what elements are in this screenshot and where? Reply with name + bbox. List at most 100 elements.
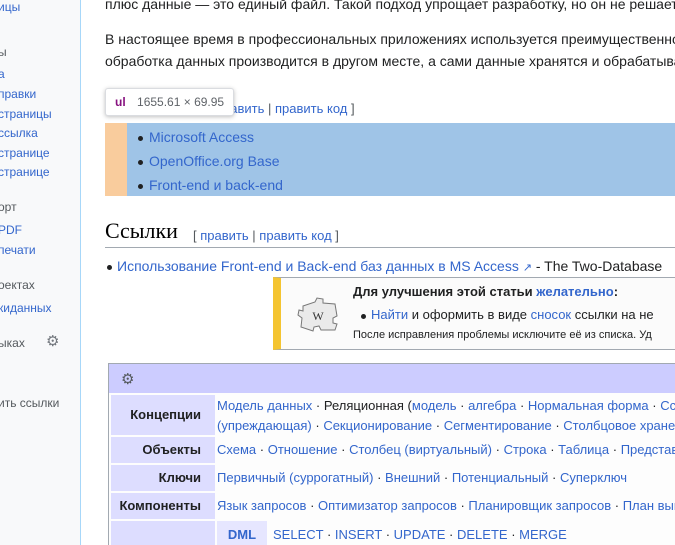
navbox-list: Первичный (суррогатный) · Внешний · Поте… <box>217 470 675 485</box>
sidebar-link[interactable]: ицы <box>0 0 20 14</box>
navbox-link[interactable]: Планировщик запросов <box>468 498 611 513</box>
paragraph-2-line-1: В настоящее время в профессиональных при… <box>105 31 675 47</box>
navbox-link[interactable]: INSERT <box>335 527 382 542</box>
navbox-row: Компоненты Язык запросов · Оптимизатор з… <box>109 493 675 519</box>
navbox-link[interactable]: Схема <box>217 442 256 457</box>
bullet <box>138 184 143 189</box>
notice-find-link[interactable]: Найти <box>371 307 408 322</box>
sidebar-link[interactable]: ссылка <box>0 126 38 140</box>
navbox-link[interactable]: Внешний <box>385 470 440 485</box>
navbox-separator: · <box>611 498 623 513</box>
notice-title-prefix: Для улучшения этой статьи <box>353 284 537 299</box>
navbox-separator: · <box>456 398 469 413</box>
list-item-link[interactable]: Front-end и back-end <box>149 177 283 193</box>
element-inspector-tooltip: ul 1655.61 × 69.95 <box>105 88 235 116</box>
navbox-link[interactable]: Представле <box>621 442 675 457</box>
navbox-separator: · <box>337 442 350 457</box>
external-link-icon: ↗ <box>522 262 532 274</box>
notice-item-text: и оформить в виде <box>408 307 531 322</box>
navbox-link[interactable]: Модель данных <box>217 398 312 413</box>
notice-title: Для улучшения этой статьи желательно: <box>353 284 618 299</box>
navbox-separator: · <box>609 442 621 457</box>
navbox-link[interactable]: Суперключ <box>560 470 627 485</box>
sidebar-link[interactable]: печати <box>0 243 36 257</box>
sidebar-link[interactable]: PDF <box>0 223 22 237</box>
navbox-link[interactable]: модель <box>412 398 457 413</box>
navbox-link[interactable]: Язык запросов <box>217 498 306 513</box>
navbox-link[interactable]: План выпол <box>623 498 675 513</box>
navbox-separator: · <box>440 470 452 485</box>
section-heading: Ссылки <box>105 218 178 243</box>
notice-footnote: После исправления проблемы исключите её … <box>353 329 652 341</box>
gear-icon[interactable]: ⚙ <box>121 370 134 388</box>
navbox-separator: · <box>323 527 335 542</box>
navbox-link[interactable]: (упреждающая) <box>217 418 312 433</box>
navbox-link[interactable]: Отношение <box>268 442 338 457</box>
navbox-separator: · <box>445 527 457 542</box>
notice-title-link[interactable]: желательно <box>536 284 613 299</box>
sidebar-link[interactable]: страницы <box>0 107 52 121</box>
navbox-separator: · <box>548 470 560 485</box>
navbox-separator: · <box>456 498 469 513</box>
sidebar-link[interactable]: а <box>0 67 5 81</box>
navigation-box: ⚙ Концепции Модель данных · Реляционная … <box>108 363 675 545</box>
list-item[interactable]: OpenOffice.org Base <box>138 153 279 169</box>
sidebar-link[interactable]: странице <box>0 165 50 179</box>
navbox-link[interactable]: DELETE <box>457 527 508 542</box>
navbox-link[interactable]: Сегментирование <box>444 418 552 433</box>
bullet <box>138 160 143 165</box>
list-padding-overlay <box>105 123 127 196</box>
navbox-separator: · <box>432 418 444 433</box>
navbox-separator: Реляционная ( <box>323 398 412 413</box>
navbox-group-keys: Ключи <box>111 465 215 491</box>
navbox-link[interactable]: UPDATE <box>394 527 446 542</box>
heading-underline <box>105 247 675 248</box>
edit-separator: | <box>252 228 256 243</box>
navbox-link[interactable]: Строка <box>504 442 547 457</box>
navbox-separator: · <box>492 442 504 457</box>
external-link[interactable]: Использование Front-end и Back-end баз д… <box>117 258 519 274</box>
list-item-link[interactable]: Microsoft Access <box>149 129 254 145</box>
navbox-separator: · <box>311 418 324 433</box>
navbox-separator: · <box>306 498 319 513</box>
edit-code-link[interactable]: править код <box>259 228 331 243</box>
navbox-group-concepts: Концепции <box>111 395 215 435</box>
list-item[interactable]: Front-end и back-end <box>138 177 283 193</box>
navbox-link[interactable]: Столбцовое хранени <box>563 418 675 433</box>
sidebar-link[interactable]: странице <box>0 146 50 160</box>
sidebar-heading: оектах <box>0 278 35 292</box>
notice-item: Найти и оформить в виде сносок ссылки на… <box>361 307 654 322</box>
list-item-link[interactable]: OpenOffice.org Base <box>149 153 279 169</box>
navbox-link[interactable]: Секционирование <box>323 418 432 433</box>
navbox-link[interactable]: Первичный (суррогатный) <box>217 470 373 485</box>
list-item[interactable]: Microsoft Access <box>138 129 254 145</box>
navbox-link[interactable]: Оптимизатор запросов <box>318 498 457 513</box>
navbox-link[interactable]: Потенциальный <box>452 470 549 485</box>
sidebar-heading: орт <box>0 200 17 214</box>
navbox-group-objects: Объекты <box>111 437 215 463</box>
sidebar-link[interactable]: киданных <box>0 301 52 315</box>
article-notice-box: W Для улучшения этой статьи желательно: … <box>273 277 675 350</box>
gear-icon[interactable]: ⚙ <box>46 334 62 350</box>
sidebar-link[interactable]: правки <box>0 87 36 101</box>
notice-footnotes-link[interactable]: сносок <box>531 307 571 322</box>
navbox-link[interactable]: Нормальная форма <box>528 398 649 413</box>
edit-code-link[interactable]: править код <box>275 101 347 116</box>
external-link-suffix: - The Two-Database <box>535 258 663 274</box>
navbox-separator: · <box>312 398 324 413</box>
navbox-link[interactable]: Столбец (виртуальный) <box>349 442 492 457</box>
section-edit-links: равить | править код ] <box>223 101 355 116</box>
navbox-separator: · <box>382 527 394 542</box>
navbox-separator: · <box>373 470 386 485</box>
dml-link[interactable]: DML <box>228 527 256 542</box>
navbox-link[interactable]: алгебра <box>468 398 516 413</box>
navbox-separator: · <box>507 527 520 542</box>
navbox-subgroup-dml: DML <box>217 521 267 545</box>
navbox-link[interactable]: Таблица <box>558 442 609 457</box>
navbox-list: Язык запросов · Оптимизатор запросов · П… <box>217 498 675 513</box>
navbox-link[interactable]: Ссыл <box>660 398 675 413</box>
navbox-row: Концепции Модель данных · Реляционная (м… <box>109 395 675 435</box>
navbox-link[interactable]: SELECT <box>273 527 323 542</box>
edit-link[interactable]: править <box>200 228 248 243</box>
navbox-link[interactable]: MERGE <box>519 527 567 542</box>
